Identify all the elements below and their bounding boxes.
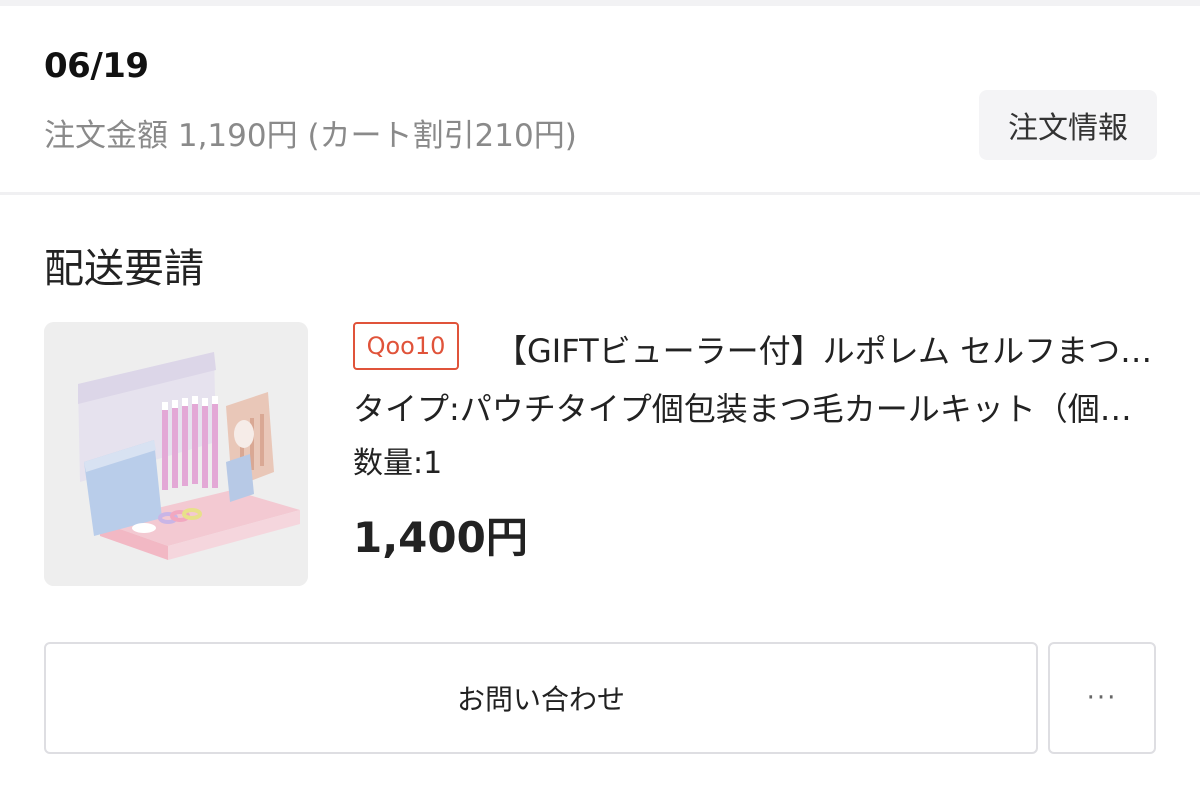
product-price: 1,400円 [353, 513, 528, 562]
order-info-button[interactable]: 注文情報 [979, 90, 1157, 160]
product-illustration [44, 322, 308, 586]
more-options-button[interactable]: ··· [1048, 642, 1156, 754]
order-amount: 注文金額 1,190円 (カート割引210円) [44, 118, 577, 154]
section-divider [0, 192, 1200, 195]
delivery-section-title: 配送要請 [44, 246, 204, 292]
product-quantity: 数量:1 [353, 446, 443, 481]
product-option: タイプ:パウチタイプ個包装まつ毛カールキット（個包装） [353, 390, 1153, 428]
product-image[interactable] [44, 322, 308, 586]
shop-badge: Qoo10 [353, 322, 459, 370]
contact-button[interactable]: お問い合わせ [44, 642, 1038, 754]
product-title[interactable]: 【GIFTビューラー付】ルポレム セルフまつ毛カールキット [495, 326, 1155, 372]
more-icon: ··· [1086, 683, 1118, 713]
order-date: 06/19 [44, 46, 149, 86]
